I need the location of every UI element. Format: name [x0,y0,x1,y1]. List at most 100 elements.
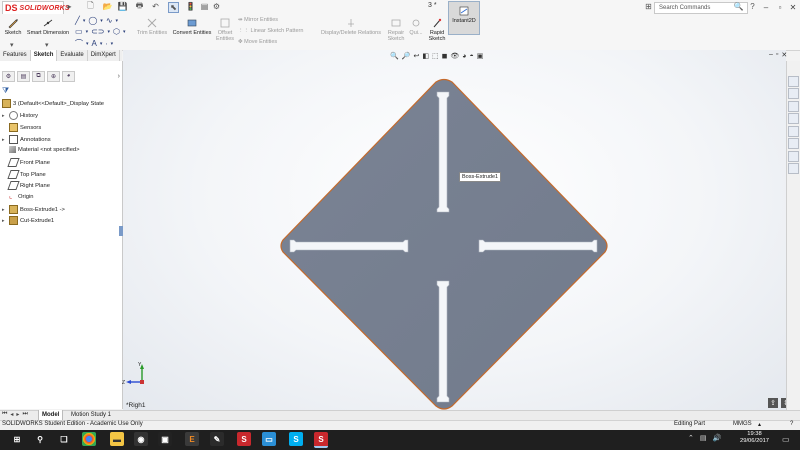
help-status-icon[interactable]: ? [790,421,793,427]
feature-manager-tab-icon[interactable]: ⚙ [2,70,15,82]
property-manager-tab-icon[interactable]: ▤ [17,70,30,82]
chrome-icon[interactable] [82,432,96,446]
tab-dimxpert[interactable]: DimXpert [88,50,120,61]
slot-icon[interactable]: ⊂⊃ [91,27,104,36]
display-manager-tab-icon[interactable]: ◕ [62,70,75,82]
sketch-button[interactable]: Sketch [3,17,23,36]
tab-motion-study-1[interactable]: Motion Study 1 [68,410,114,420]
line-dropdown-icon[interactable]: ▾ [83,18,86,24]
expand-arrow-icon[interactable]: ▸ [2,218,7,224]
search-knowledge-icon[interactable]: ⊞ [644,2,653,11]
solidworks-taskbar-icon-1[interactable]: S [237,432,251,446]
task-view-icon[interactable]: ❏ [57,432,71,446]
tab-features[interactable]: Features [0,50,31,61]
text-dropdown-icon[interactable]: ▾ [100,41,103,47]
linear-sketch-pattern-button[interactable]: ⋮⋮ Linear Sketch Pattern [238,28,303,34]
tree-item-front-plane[interactable]: Front Plane [2,158,50,167]
taskbar-search-icon[interactable]: ⚲ [33,432,47,446]
first-tab-icon[interactable]: ⏮ [2,411,7,418]
dimxpert-manager-tab-icon[interactable]: ⊕ [47,70,60,82]
line-icon[interactable]: ╱ [75,16,80,25]
fillet-icon[interactable]: ⌒ [75,38,83,49]
open-icon[interactable]: 📂 [103,2,113,11]
point-icon[interactable]: ∙ [105,39,107,48]
file-explorer-icon[interactable] [788,101,799,112]
units-dropdown-icon[interactable]: ▴ [758,421,761,428]
tree-item-right-plane[interactable]: Right Plane [2,181,50,190]
trim-entities-button[interactable]: Trim Entities [136,17,168,36]
tab-evaluate[interactable]: Evaluate [57,50,88,61]
view-palette-icon[interactable] [788,113,799,124]
eagle-icon[interactable]: E [185,432,199,446]
slot-dropdown-icon[interactable]: ▾ [107,29,110,35]
messenger-icon[interactable]: ▭ [262,432,276,446]
expand-arrow-icon[interactable]: ▸ [2,113,7,119]
tray-expand-icon[interactable]: ⌃ [688,434,694,442]
point-dropdown-icon[interactable]: ▾ [111,41,114,47]
circle-dropdown-icon[interactable]: ▾ [100,18,103,24]
paint-icon[interactable]: ✎ [210,432,224,446]
tree-item-material[interactable]: Material <not specified> [2,146,80,153]
prev-tab-icon[interactable]: ◂ [10,411,13,418]
tree-root[interactable]: 3 (Default<<Default>_Display State [2,99,104,108]
minimize-icon[interactable]: – [760,1,772,13]
search-icon[interactable]: 🔍 [734,2,744,11]
close-icon[interactable]: ✕ [787,1,799,13]
rapid-sketch-button[interactable]: Rapid Sketch [427,17,447,42]
tree-item-origin[interactable]: ⌞ Origin [2,193,33,200]
slot-right[interactable] [478,239,598,253]
options-gear-icon[interactable]: ⚙ [212,2,221,11]
help-icon[interactable]: ? [748,2,757,11]
rectangle-dropdown-icon[interactable]: ▾ [86,29,89,35]
mirror-entities-button[interactable]: ⇹ Mirror Entities [238,17,278,23]
circle-icon[interactable]: ◯ [88,16,97,25]
tree-item-history[interactable]: ▸ History [2,111,38,120]
select-icon[interactable]: ⬉ [168,2,179,13]
last-tab-icon[interactable]: ⏭ [22,411,27,418]
repair-sketch-button[interactable]: Repair Sketch [385,17,407,42]
menu-expand-icon[interactable]: ▸ [65,2,74,11]
new-document-icon[interactable]: 🗋 [86,1,95,11]
file-properties-icon[interactable]: ▤ [200,2,209,11]
sketch-dropdown-icon[interactable]: ▾ [10,41,14,49]
slot-top[interactable] [436,91,450,213]
polygon-icon[interactable]: ⬡ [113,27,120,36]
part-model[interactable] [123,50,786,410]
rectangle-icon[interactable]: ▭ [75,27,83,36]
quick-snaps-button[interactable]: Qui... [408,17,424,36]
undo-icon[interactable]: ↶ [151,2,160,11]
solidworks-logo[interactable]: DS SOLIDWORKS [2,1,70,15]
solidworks-resources-icon[interactable] [788,76,799,87]
tree-item-top-plane[interactable]: Top Plane [2,170,46,179]
convert-entities-button[interactable]: Convert Entities [171,17,213,36]
text-icon[interactable]: A [92,39,97,48]
notifications-icon[interactable]: ▭ [782,435,790,444]
instant2d-button[interactable]: Instant2D [448,1,480,35]
move-entities-button[interactable]: ✥ Move Entities [238,39,277,45]
next-tab-icon[interactable]: ▸ [16,411,19,418]
tree-item-annotations[interactable]: ▸ Annotations [2,135,51,144]
custom-properties-icon[interactable] [788,138,799,149]
smart-dimension-button[interactable]: Smart Dimension [24,17,72,36]
spline-icon[interactable]: ∿ [106,16,113,25]
offset-entities-button[interactable]: Offset Entities [214,17,236,42]
design-library-icon[interactable] [788,88,799,99]
tree-item-sensors[interactable]: Sensors [2,123,41,132]
save-icon[interactable]: 💾 [118,2,128,11]
slot-left[interactable] [289,239,409,253]
tab-sketch[interactable]: Sketch [30,50,58,61]
forum-icon[interactable] [788,151,799,162]
skype-icon[interactable]: S [289,432,303,446]
expand-arrow-icon[interactable]: ▸ [2,137,7,143]
configuration-manager-tab-icon[interactable]: ⧉ [32,70,45,82]
volume-icon[interactable]: 🔊 [713,434,722,442]
solidworks-taskbar-icon-active[interactable]: S [314,432,328,448]
pin-icon[interactable]: ⇪ [768,398,778,408]
tree-item-boss-extrude1[interactable]: ▸ Boss-Extrude1 -> [2,205,65,214]
filter-icon[interactable]: ⧩ [2,86,9,96]
rebuild-icon[interactable]: 🚦 [186,2,196,11]
spline-dropdown-icon[interactable]: ▾ [116,18,119,24]
network-icon[interactable]: ▤ [700,434,707,442]
solidworks-add-ins-icon[interactable] [788,163,799,174]
units-selector[interactable]: MMGS [733,421,752,427]
